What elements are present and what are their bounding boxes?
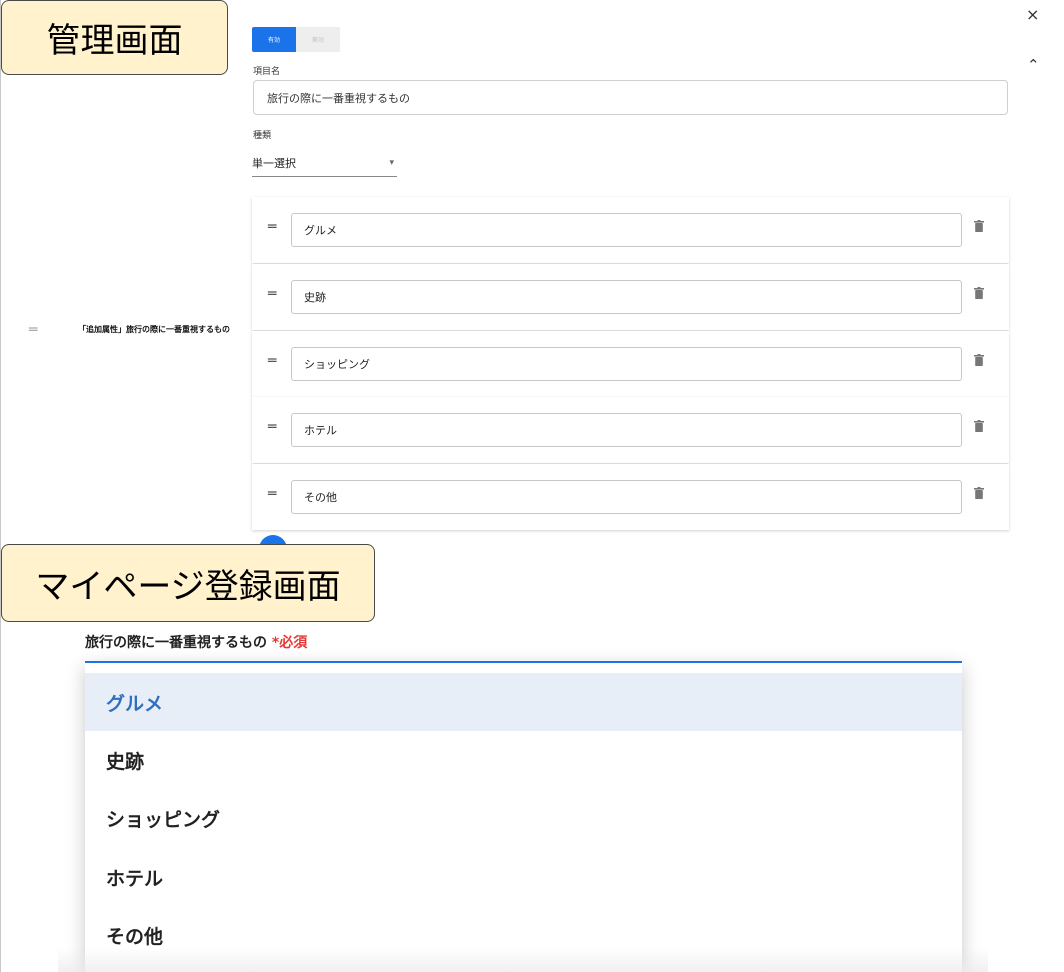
item-name-input[interactable]: 旅行の際に一番重視するもの <box>253 80 1008 115</box>
option-input[interactable]: ショッピング <box>291 347 962 381</box>
trash-icon[interactable] <box>974 287 984 299</box>
drag-handle-icon[interactable]: ═ <box>268 219 276 235</box>
trash-icon[interactable] <box>974 420 984 432</box>
required-mark: *必須 <box>271 635 308 651</box>
drag-handle-icon[interactable]: ═ <box>268 419 276 435</box>
question-label: 旅行の際に一番重視するもの *必須 <box>85 632 307 652</box>
option-row: ═ 史跡 <box>252 264 1009 330</box>
trash-icon[interactable] <box>974 220 984 232</box>
attribute-title: 「追加属性」旅行の際に一番重視するもの <box>78 325 230 334</box>
dropdown-option[interactable]: 史跡 <box>85 731 962 789</box>
option-row: ═ ショッピング <box>252 331 1009 397</box>
type-select-value: 単一選択 <box>252 157 296 170</box>
dropdown-caret-icon: ▾ <box>389 158 394 168</box>
drag-handle-icon[interactable]: ═ <box>268 486 276 502</box>
dropdown-option[interactable]: ホテル <box>85 848 962 906</box>
admin-screen-callout: 管理画面 <box>1 0 228 75</box>
trash-icon[interactable] <box>974 354 984 366</box>
mypage-screen-callout: マイページ登録画面 <box>1 544 375 622</box>
option-row: ═ その他 <box>252 464 1009 530</box>
dropdown-option[interactable]: ショッピング <box>85 789 962 847</box>
type-select[interactable]: 単一選択 ▾ <box>252 150 397 177</box>
close-icon[interactable]: × <box>1026 5 1039 24</box>
trash-icon[interactable] <box>974 487 984 499</box>
option-input[interactable]: その他 <box>291 480 962 514</box>
option-input[interactable]: 史跡 <box>291 280 962 314</box>
dropdown-option[interactable]: グルメ <box>85 673 962 731</box>
item-name-label: 項目名 <box>253 67 281 77</box>
option-row: ═ グルメ <box>252 197 1009 263</box>
drag-handle-icon[interactable]: ═ <box>268 286 276 302</box>
drag-handle-icon[interactable]: ═ <box>29 322 37 338</box>
left-divider <box>0 0 1 972</box>
dropdown-bottom-fade <box>58 948 988 972</box>
drag-handle-icon[interactable]: ═ <box>268 353 276 369</box>
option-row: ═ ホテル <box>252 397 1009 463</box>
toggle-disabled-button[interactable]: 無効 <box>296 27 340 52</box>
question-text: 旅行の際に一番重視するもの <box>85 635 267 651</box>
option-input[interactable]: ホテル <box>291 413 962 447</box>
option-input[interactable]: グルメ <box>291 213 962 247</box>
toggle-enabled-button[interactable]: 有効 <box>252 27 296 52</box>
chevron-up-icon[interactable]: ⌃ <box>1027 56 1040 74</box>
type-label: 種類 <box>253 131 272 141</box>
select-focus-line <box>85 661 962 663</box>
status-toggle[interactable]: 有効 無効 <box>252 27 340 52</box>
